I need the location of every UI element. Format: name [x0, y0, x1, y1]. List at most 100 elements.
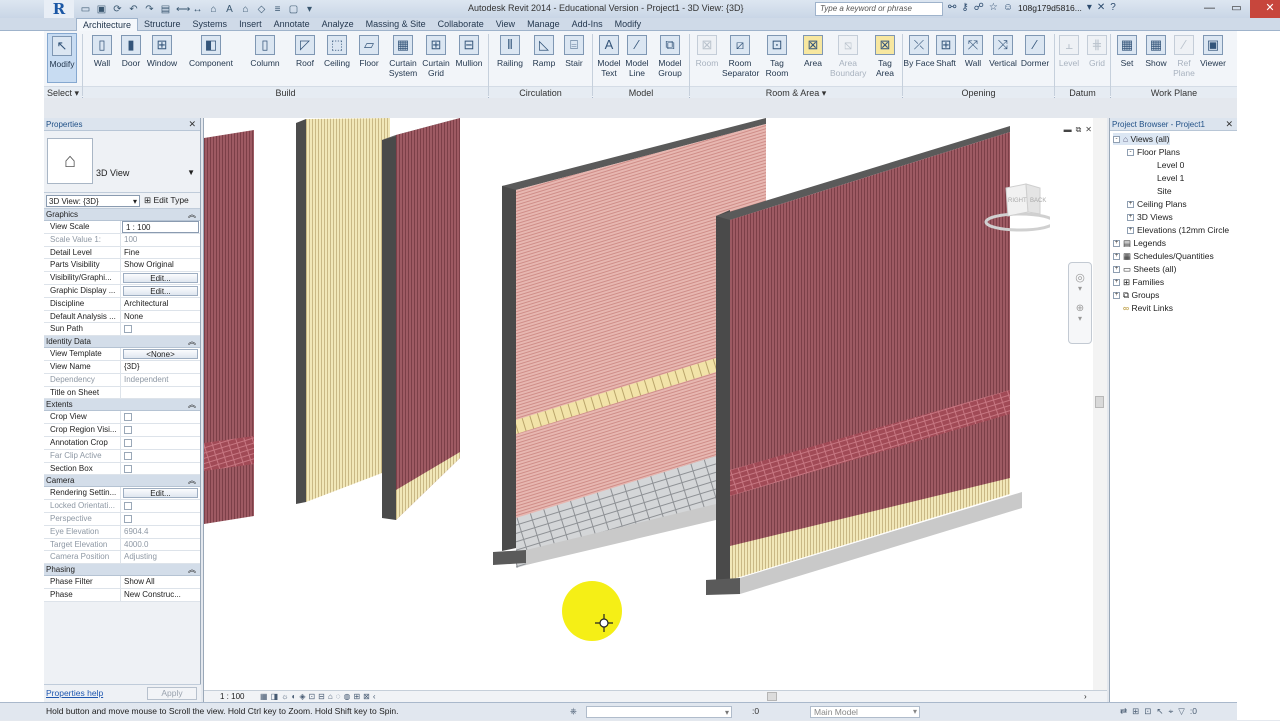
mullion-button[interactable]: ⊟ Mullion — [452, 33, 486, 83]
chevron-left-icon[interactable]: ‹ — [373, 691, 376, 702]
model-line-button[interactable]: ∕ Model Line — [621, 33, 653, 83]
chevron-down-icon[interactable]: ▾ — [1069, 284, 1091, 293]
expand-toggle[interactable]: + — [1113, 292, 1120, 300]
door-button[interactable]: ▮ Door — [115, 33, 147, 83]
favorites-icon[interactable]: ☆ — [989, 2, 998, 13]
3d-viewport[interactable]: ▬ ⧉ ✕ RIGHT BACK ◎ ▾ ⊕ ▾ 1 : 100 ▦ ◨ ☼ ◐… — [203, 118, 1107, 702]
ramp-button[interactable]: ◺ Ramp — [528, 33, 560, 83]
curtain-grid-button[interactable]: ⊞ Curtain Grid — [420, 33, 452, 83]
expand-toggle[interactable]: + — [1127, 214, 1134, 222]
view-scale[interactable]: 1 : 100 — [220, 691, 244, 702]
user-name[interactable]: 108g179d5816... — [1018, 3, 1082, 13]
zoom-icon[interactable]: ⊕ — [1069, 303, 1091, 314]
crop-region-checkbox[interactable] — [124, 426, 132, 435]
crop-icon[interactable]: ⊡ — [308, 691, 315, 702]
prop-view-template[interactable]: View Template <None> — [44, 348, 200, 361]
section-icon[interactable]: ◇ — [256, 4, 267, 15]
worksets-icon[interactable]: ⎈ — [570, 703, 577, 720]
pinned-select-icon[interactable]: ⊡ — [1144, 703, 1151, 720]
stair-button[interactable]: ⌸ Stair — [558, 33, 590, 83]
prop-value[interactable]: None — [121, 311, 200, 323]
link-select-icon[interactable]: ⇄ — [1120, 703, 1127, 720]
redo-icon[interactable]: ↷ — [144, 4, 155, 15]
tab-collaborate[interactable]: Collaborate — [432, 18, 490, 31]
properties-help-link[interactable]: Properties help — [46, 688, 103, 698]
close-icon[interactable]: ✕ — [1085, 125, 1092, 135]
worksharing-icon[interactable]: ⊞ — [353, 691, 360, 702]
opening-wall-button[interactable]: ⤧ Wall — [957, 33, 989, 83]
restore-icon[interactable]: ⧉ — [1076, 125, 1082, 135]
scrollbar-thumb[interactable] — [1095, 396, 1104, 408]
tree-node-groups[interactable]: + ⧉ Groups — [1113, 289, 1159, 301]
drag-select-icon[interactable]: ⌖ — [1169, 703, 1174, 720]
prop-value[interactable]: New Construc... — [121, 589, 200, 601]
filter-icon[interactable]: ▽ — [1178, 703, 1185, 720]
prop-phase-filter[interactable]: Phase Filter Show All — [44, 576, 200, 589]
vertical-button[interactable]: ⤨ Vertical — [987, 33, 1019, 83]
face-select-icon[interactable]: ↖ — [1156, 703, 1163, 720]
prop-value[interactable]: {3D} — [121, 361, 200, 373]
sun-path-checkbox[interactable] — [124, 325, 132, 334]
prop-default-analysis[interactable]: Default Analysis ... None — [44, 310, 200, 324]
area-button[interactable]: ⊠ Area — [797, 33, 829, 83]
roof-button[interactable]: ◸ Roof — [289, 33, 321, 83]
prop-value[interactable]: Show All — [121, 576, 200, 588]
chevron-down-icon[interactable]: ▾ — [1069, 314, 1091, 323]
wall-left-cut[interactable] — [204, 130, 254, 524]
exchange-icon[interactable]: ✕ — [1097, 2, 1105, 13]
save-icon[interactable]: ▣ — [96, 4, 107, 15]
close-button[interactable]: ✕ — [1250, 0, 1280, 18]
chevron-right-icon[interactable]: › — [1084, 691, 1087, 702]
prop-visibility-graphics[interactable]: Visibility/Graphi... Edit... — [44, 272, 200, 285]
horizontal-scrollbar-thumb[interactable] — [767, 692, 777, 701]
measure-icon[interactable]: ⟷ — [176, 4, 190, 15]
tree-node-site[interactable]: Site — [1157, 185, 1172, 197]
minimize-button[interactable]: — — [1196, 0, 1223, 18]
help-icon[interactable]: ? — [1110, 2, 1116, 13]
edit-button[interactable]: Edit... — [123, 488, 198, 499]
prop-crop-region[interactable]: Crop Region Visi... — [44, 424, 200, 437]
prop-value[interactable]: 1 : 100 — [122, 221, 199, 233]
apply-button[interactable]: Apply — [147, 687, 197, 700]
wall-red-timber-base[interactable] — [382, 118, 460, 520]
tree-node-revit-links[interactable]: ∞ Revit Links — [1123, 302, 1173, 314]
tag-room-button[interactable]: ⊡ Tag Room — [761, 33, 793, 83]
type-selector[interactable]: ⌂ 3D View ▼ — [44, 131, 200, 193]
restore-button[interactable]: ▭ — [1223, 0, 1250, 18]
temp-hide-icon[interactable]: ◌ — [336, 691, 341, 702]
component-button[interactable]: ◧ Component — [189, 33, 233, 83]
lock-icon[interactable]: ⌂ — [328, 691, 333, 702]
close-icon[interactable]: ✕ — [188, 118, 196, 131]
prop-graphic-display[interactable]: Graphic Display ... Edit... — [44, 284, 200, 298]
tree-node-elevations[interactable]: + Elevations (12mm Circle — [1127, 224, 1229, 236]
tree-node-views[interactable]: - ⌂ Views (all) — [1113, 133, 1170, 145]
prop-phase[interactable]: Phase New Construc... — [44, 588, 200, 602]
prop-annotation-crop[interactable]: Annotation Crop — [44, 436, 200, 450]
prop-parts-visibility[interactable]: Parts Visibility Show Original — [44, 259, 200, 273]
tree-node-level-1[interactable]: Level 1 — [1157, 172, 1184, 184]
design-option-dropdown[interactable]: Main Model ▾ — [810, 706, 920, 718]
show-crop-icon[interactable]: ⊟ — [318, 691, 325, 702]
search-input[interactable]: Type a keyword or phrase — [815, 2, 943, 16]
prop-value[interactable]: Architectural — [121, 298, 200, 310]
tree-node-floor-plans[interactable]: - Floor Plans — [1127, 146, 1180, 158]
collapse-toggle[interactable]: - — [1113, 136, 1120, 144]
floor-button[interactable]: ▱ Floor — [354, 33, 384, 83]
tag-area-button[interactable]: ⊠ Tag Area — [869, 33, 901, 83]
tab-insert[interactable]: Insert — [233, 18, 268, 31]
switch-windows-icon[interactable]: ▾ — [304, 4, 315, 15]
wall-timber[interactable] — [296, 118, 390, 504]
prop-sun-path[interactable]: Sun Path — [44, 323, 200, 337]
tree-node-level-0[interactable]: Level 0 — [1157, 159, 1184, 171]
expand-toggle[interactable]: + — [1113, 253, 1120, 261]
detail-level-icon[interactable]: ▦ — [260, 691, 268, 702]
prop-view-scale[interactable]: View Scale 1 : 100 — [44, 221, 200, 234]
prop-section-box[interactable]: Section Box — [44, 462, 200, 476]
user-icon[interactable]: ☺ — [1003, 2, 1013, 13]
sun-path-icon[interactable]: ☼ — [281, 691, 288, 702]
expand-toggle[interactable]: + — [1127, 201, 1134, 209]
tree-node-schedules[interactable]: + ▦ Schedules/Quantities — [1113, 250, 1214, 262]
tab-add-ins[interactable]: Add-Ins — [566, 18, 609, 31]
workset-dropdown[interactable]: ▾ — [586, 706, 732, 718]
shadows-icon[interactable]: ◐ — [291, 691, 296, 702]
